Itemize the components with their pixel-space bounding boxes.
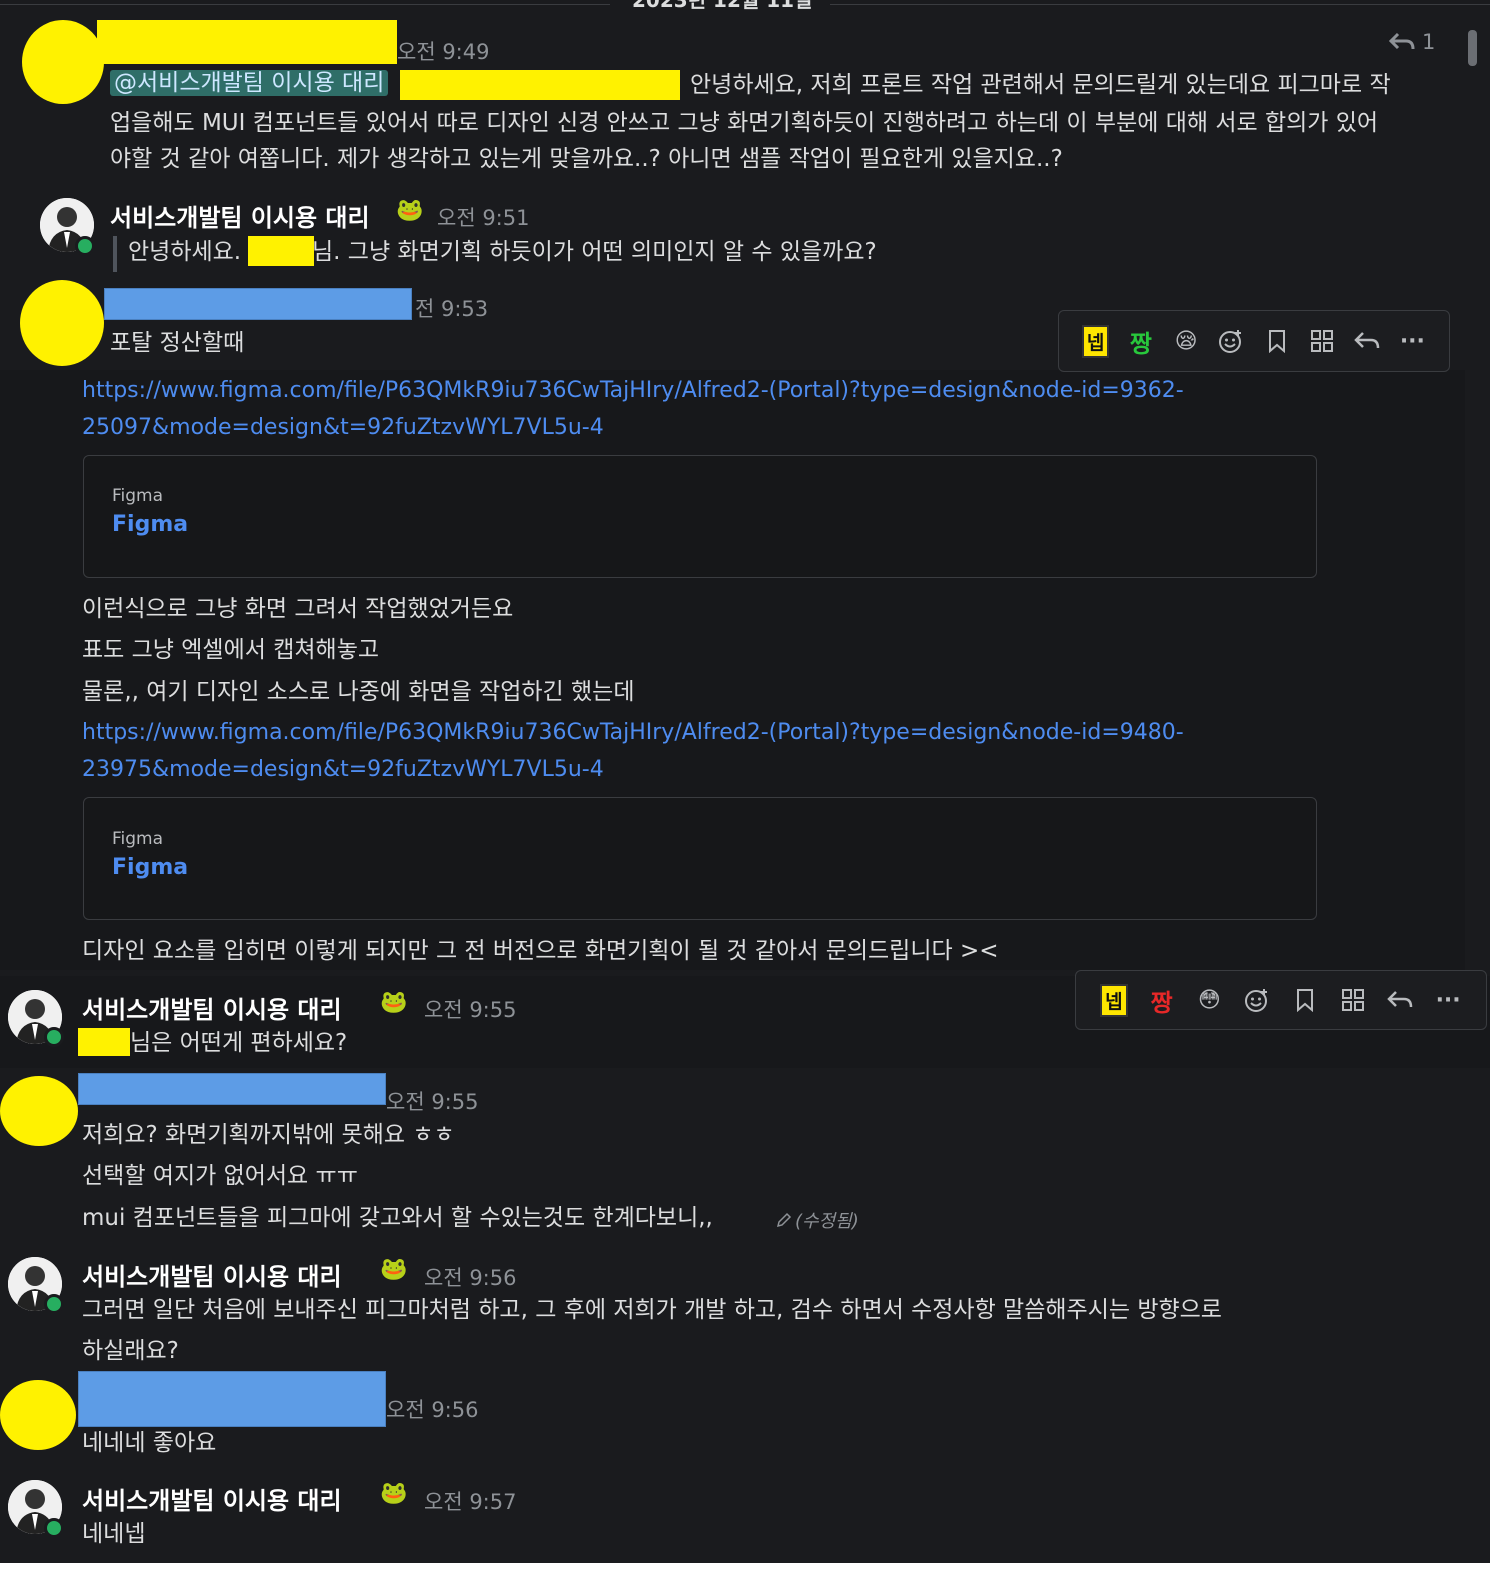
message-timestamp: 오전 9:56 — [386, 1398, 479, 1422]
link-embed[interactable]: Figma Figma — [83, 797, 1317, 920]
redacted-name — [78, 1371, 386, 1427]
reaction-neb-button[interactable]: 넵 — [1073, 321, 1118, 361]
embed-title[interactable]: Figma — [112, 855, 188, 880]
quote-bar — [113, 236, 117, 272]
message-text: 님은 어떤게 편하세요? — [130, 1030, 348, 1056]
frog-badge-icon: 🐸 — [380, 990, 408, 1015]
message-text-line: 그러면 일단 처음에 보내주신 피그마처럼 하고, 그 후에 저희가 개발 하고… — [82, 1297, 1222, 1323]
date-divider-label: 2023년 12월 11일 — [632, 0, 813, 12]
more-options-icon[interactable]: ··· — [1390, 321, 1435, 361]
message-text: 네네넵 — [82, 1521, 146, 1547]
bookmark-icon[interactable] — [1281, 980, 1329, 1020]
apps-grid-icon[interactable] — [1299, 321, 1344, 361]
author-name[interactable]: 서비스개발팀 이시용 대리 — [82, 1257, 342, 1292]
message-text-line: 선택할 여지가 없어서요 ㅠㅠ — [82, 1163, 358, 1189]
message-action-toolbar: 넵 짱 😳 ··· — [1075, 970, 1487, 1030]
window-edge — [1490, 0, 1512, 1591]
message-text-line: 표도 그냥 엑셀에서 캡쳐해놓고 — [82, 637, 380, 663]
message-action-toolbar: 넵 짱 😪 ··· — [1058, 310, 1450, 372]
message-text: @서비스개발팀 이시용 대리 — [110, 70, 389, 98]
reply-icon[interactable] — [1345, 321, 1390, 361]
message-timestamp: 오전 9:49 — [397, 40, 490, 64]
message-text-line: 물론,, 여기 디자인 소스로 나중에 화면을 작업하긴 했는데 — [82, 679, 635, 705]
message-text-line: 하실래요? — [82, 1338, 179, 1364]
thread-reply-count: 1 — [1422, 30, 1436, 54]
reply-icon[interactable] — [1377, 980, 1425, 1020]
online-status-icon — [44, 1294, 64, 1314]
figma-link[interactable]: 23975&mode=design&t=92fuZtzvWYL7VL5u-4 — [82, 757, 604, 782]
figma-link[interactable]: 25097&mode=design&t=92fuZtzvWYL7VL5u-4 — [82, 415, 604, 440]
message-timestamp: 오전 9:57 — [424, 1490, 517, 1514]
thread-reply-indicator[interactable]: 1 — [1388, 30, 1435, 54]
message-timestamp: 오전 9:55 — [386, 1090, 479, 1114]
redacted-name — [104, 288, 412, 320]
reaction-jjang-button[interactable]: 짱 — [1118, 321, 1163, 361]
pencil-icon — [776, 1212, 792, 1228]
online-status-icon — [44, 1027, 64, 1047]
redacted-mention — [400, 70, 680, 100]
reaction-dizzy-button[interactable]: 😳 — [1186, 980, 1234, 1020]
avatar — [0, 1380, 76, 1450]
reaction-jjang-button[interactable]: 짱 — [1138, 980, 1186, 1020]
frog-badge-icon: 🐸 — [396, 198, 424, 223]
add-reaction-icon[interactable] — [1233, 980, 1281, 1020]
embed-title[interactable]: Figma — [112, 512, 188, 537]
add-reaction-icon[interactable] — [1209, 321, 1254, 361]
avatar — [22, 20, 104, 104]
more-options-icon[interactable]: ··· — [1424, 980, 1472, 1020]
redacted-name — [78, 1073, 386, 1105]
message-text-line: 이런식으로 그냥 화면 그려서 작업했었거든요 — [82, 596, 514, 622]
reaction-sleepy-button[interactable]: 😪 — [1164, 321, 1209, 361]
message-timestamp: 오전 9:56 — [424, 1266, 517, 1290]
figma-link[interactable]: https://www.figma.com/file/P63QMkR9iu736… — [82, 720, 1184, 745]
frog-badge-icon: 🐸 — [380, 1481, 408, 1506]
avatar — [0, 1076, 78, 1146]
author-name[interactable]: 서비스개발팀 이시용 대리 — [82, 1481, 342, 1516]
redacted-name — [97, 20, 397, 64]
reply-icon — [1388, 32, 1415, 50]
online-status-icon — [44, 1518, 64, 1538]
frog-badge-icon: 🐸 — [380, 1257, 408, 1282]
quote-text-suffix: 님. 그냥 화면기획 하듯이가 어떤 의미인지 알 수 있을까요? — [312, 239, 877, 265]
embed-provider: Figma — [112, 829, 164, 849]
message-timestamp: 오전 9:55 — [424, 998, 517, 1022]
message-text-line: 저희요? 화면기획까지밖에 못해요 ㅎㅎ — [82, 1122, 455, 1148]
mention[interactable]: @서비스개발팀 이시용 대리 — [110, 70, 389, 96]
author-name[interactable]: 서비스개발팀 이시용 대리 — [82, 990, 342, 1025]
message-text: 네네네 좋아요 — [82, 1430, 217, 1456]
online-status-icon — [75, 236, 95, 256]
date-divider: 2023년 12월 11일 — [0, 0, 1490, 14]
redacted-name — [78, 1028, 130, 1056]
message-text-line: 디자인 요소를 입히면 이렇게 되지만 그 전 버전으로 화면기획이 될 것 같… — [82, 938, 999, 964]
bookmark-icon[interactable] — [1254, 321, 1299, 361]
message-text-line: 야할 것 같아 여쭙니다. 제가 생각하고 있는게 맞을까요..? 아니면 샘플… — [110, 146, 1063, 172]
quote-text-prefix: 안녕하세요. — [128, 239, 242, 265]
apps-grid-icon[interactable] — [1329, 980, 1377, 1020]
avatar — [20, 280, 104, 366]
message-text-line: 업을해도 MUI 컴포넌트들 있어서 따로 디자인 신경 안쓰고 그냥 화면기획… — [110, 110, 1379, 136]
message-timestamp: 오전 9:51 — [437, 206, 530, 230]
edited-label: (수정됨) — [795, 1211, 859, 1232]
link-embed[interactable]: Figma Figma — [83, 455, 1317, 578]
reaction-neb-button[interactable]: 넵 — [1090, 980, 1138, 1020]
message-text-line: 포탈 정산할때 — [110, 330, 245, 356]
embed-provider: Figma — [112, 486, 164, 506]
redacted-name — [248, 236, 314, 266]
message-text-line: mui 컴포넌트들을 피그마에 갖고와서 할 수있는것도 한계다보니,, — [82, 1205, 713, 1231]
author-name[interactable]: 서비스개발팀 이시용 대리 — [110, 198, 370, 233]
figma-link[interactable]: https://www.figma.com/file/P63QMkR9iu736… — [82, 378, 1184, 403]
message-timestamp: 전 9:53 — [415, 297, 489, 321]
window-edge-bottom — [0, 1563, 1512, 1591]
message-text-line: 안녕하세요, 저희 프론트 작업 관련해서 문의드릴게 있는데요 피그마로 작 — [690, 72, 1391, 98]
edited-indicator: (수정됨) — [776, 1207, 859, 1233]
scrollbar-thumb[interactable] — [1468, 30, 1477, 66]
